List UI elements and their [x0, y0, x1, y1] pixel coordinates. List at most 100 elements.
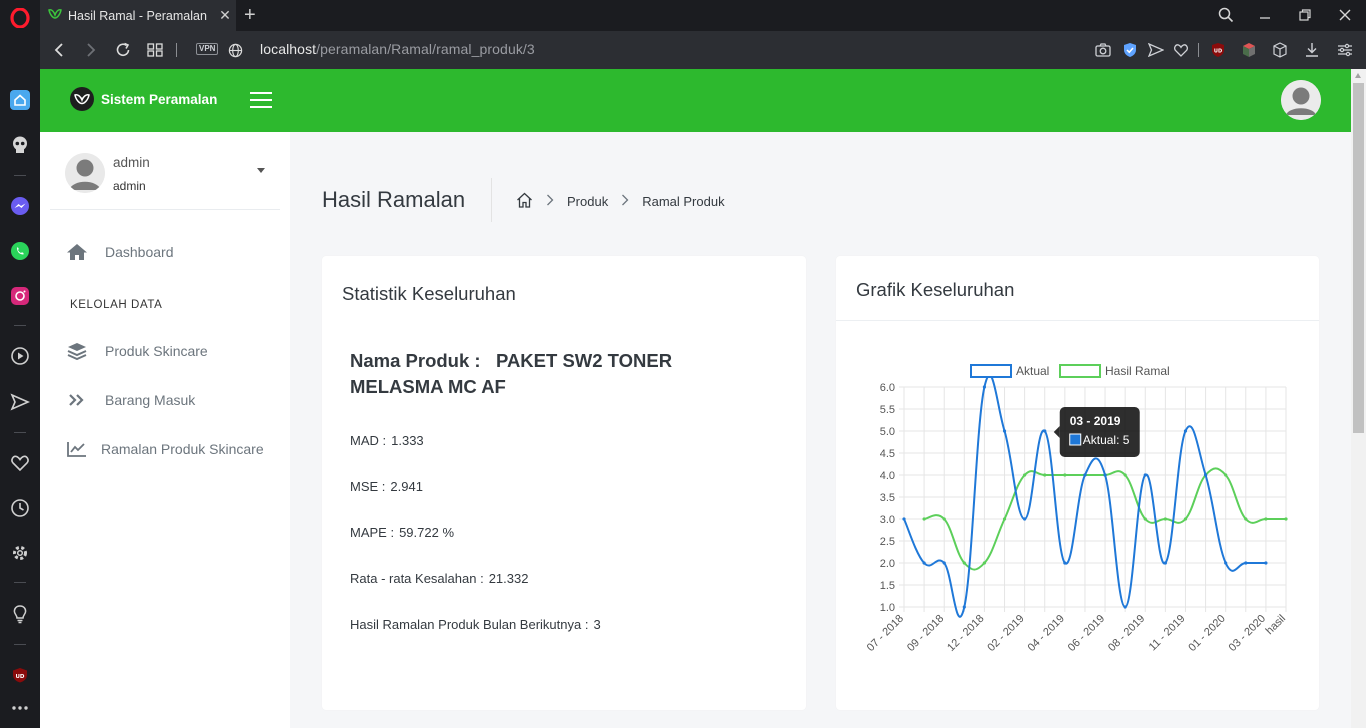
search-tabs-icon[interactable]	[1214, 4, 1238, 26]
reload-icon[interactable]	[112, 39, 134, 61]
forward-icon[interactable]	[80, 39, 102, 61]
sidebar-item-produk-skincare[interactable]: Produk Skincare	[66, 341, 208, 361]
sidebar: admin admin Dashboard KELOLAH DATA Produ…	[40, 132, 290, 728]
legend-swatch	[970, 364, 1012, 378]
tooltip-caret	[1053, 426, 1060, 438]
stats-card: Statistik Keseluruhan Nama Produk : PAKE…	[322, 256, 806, 710]
x-tick-label: 07 - 2018	[865, 613, 906, 654]
product-name-heading: Nama Produk : PAKET SW2 TONER MELASMA MC…	[350, 348, 770, 400]
stat-value: 2.941	[390, 479, 423, 494]
page-scrollbar[interactable]	[1351, 69, 1366, 728]
address-bar: VPN localhost/peramalan/Ramal/ramal_prod…	[40, 31, 1366, 69]
browser-sidebar: UD	[0, 0, 40, 728]
extension-cube-color-icon[interactable]	[1240, 41, 1258, 59]
data-point	[1244, 561, 1248, 565]
data-point	[1123, 605, 1127, 609]
user-name: admin	[113, 155, 150, 170]
restore-icon[interactable]	[1293, 4, 1317, 26]
x-tick-label: 04 - 2019	[1026, 613, 1067, 654]
sidebar-item-ramalan-produk[interactable]: Ramalan Produk Skincare	[66, 439, 264, 459]
app-header: Sistem Peramalan	[40, 69, 1351, 132]
data-point	[1143, 473, 1147, 477]
svg-text:UD: UD	[15, 674, 24, 680]
share-send-icon[interactable]	[1147, 41, 1165, 59]
scroll-thumb[interactable]	[1353, 83, 1364, 433]
stat-value: 21.332	[488, 571, 529, 586]
toolbar-divider	[1198, 43, 1199, 57]
line-chart[interactable]: 1.0 1.5 2.0 2.5 3.0 3.5 4.0 4.5 5.0 5.5 6.0 07 - 20…	[836, 256, 1319, 710]
ublock-icon[interactable]: UD	[8, 663, 32, 687]
breadcrumb-item[interactable]: Produk	[567, 194, 608, 209]
url-text[interactable]: localhost/peramalan/Ramal/ramal_produk/3	[260, 41, 535, 57]
data-point	[1123, 473, 1127, 477]
menu-toggle-icon[interactable]	[250, 92, 272, 108]
history-icon[interactable]	[8, 496, 32, 520]
data-point	[1264, 517, 1268, 521]
instagram-icon[interactable]	[8, 284, 32, 308]
ublock-extension-icon[interactable]: UD	[1209, 41, 1227, 59]
globe-icon[interactable]	[224, 39, 246, 61]
y-tick-label: 5.5	[880, 404, 895, 416]
data-point	[1163, 561, 1167, 565]
camera-icon[interactable]	[1094, 41, 1112, 59]
tab-close-icon[interactable]: ✕	[214, 7, 236, 24]
more-options-icon[interactable]	[8, 696, 32, 720]
stat-mad: MAD : 1.333	[350, 433, 424, 448]
rail-divider	[14, 325, 26, 326]
scroll-up-icon[interactable]	[1355, 73, 1361, 78]
user-menu-caret-icon[interactable]	[257, 168, 265, 173]
y-tick-label: 4.0	[880, 470, 895, 482]
data-point	[962, 605, 966, 609]
stat-average-error: Rata - rata Kesalahan : 21.332	[350, 571, 528, 586]
sidebar-item-dashboard[interactable]: Dashboard	[66, 242, 174, 262]
brand[interactable]: Sistem Peramalan	[70, 87, 217, 111]
data-point	[1143, 517, 1147, 521]
sidebar-item-barang-masuk[interactable]: Barang Masuk	[66, 390, 195, 410]
shield-check-icon[interactable]	[1121, 41, 1139, 59]
minimize-icon[interactable]	[1253, 4, 1277, 26]
rail-divider	[14, 175, 26, 176]
vpn-badge[interactable]: VPN	[196, 43, 219, 55]
easy-setup-icon[interactable]	[1336, 41, 1354, 59]
home-icon[interactable]	[8, 88, 32, 112]
lightbulb-icon[interactable]	[8, 602, 32, 626]
data-point	[982, 385, 987, 389]
extensions-cube-icon[interactable]	[1271, 41, 1289, 59]
bookmark-heart-icon[interactable]	[1172, 41, 1190, 59]
data-point	[1023, 473, 1027, 477]
tab-grid-icon[interactable]	[144, 39, 166, 61]
data-point	[982, 561, 987, 565]
close-window-icon[interactable]	[1333, 4, 1357, 26]
send-icon[interactable]	[8, 390, 32, 414]
data-point	[1002, 517, 1007, 521]
messenger-icon[interactable]	[8, 194, 32, 218]
new-tab-icon[interactable]: +	[244, 3, 256, 27]
download-icon[interactable]	[1303, 41, 1321, 59]
user-panel[interactable]: admin admin	[50, 132, 280, 210]
header-avatar[interactable]	[1281, 80, 1321, 120]
data-point	[1203, 473, 1208, 477]
toolbar-divider	[176, 43, 177, 57]
data-point	[942, 517, 946, 521]
settings-gear-icon[interactable]	[8, 541, 32, 565]
legend-swatch	[1059, 364, 1101, 378]
opera-logo-icon[interactable]	[8, 6, 32, 30]
stat-mse: MSE : 2.941	[350, 479, 423, 494]
data-point	[1183, 517, 1188, 521]
data-point	[1284, 517, 1288, 521]
player-icon[interactable]	[8, 344, 32, 368]
skull-icon[interactable]	[8, 133, 32, 157]
data-point	[902, 517, 906, 521]
sidebar-item-label: Barang Masuk	[105, 392, 196, 408]
back-icon[interactable]	[48, 39, 70, 61]
heart-icon[interactable]	[8, 451, 32, 475]
user-role: admin	[113, 179, 146, 193]
stat-label: MAD :	[350, 433, 387, 448]
data-point	[1264, 561, 1268, 565]
browser-tab[interactable]: Hasil Ramal - Peramalan ✕	[40, 0, 236, 31]
stat-label: Hasil Ramalan Produk Bulan Berikutnya :	[350, 617, 589, 632]
breadcrumb-home-icon[interactable]	[516, 192, 533, 211]
stat-value: 3	[593, 617, 601, 632]
whatsapp-icon[interactable]	[8, 239, 32, 263]
data-point	[1043, 429, 1047, 433]
